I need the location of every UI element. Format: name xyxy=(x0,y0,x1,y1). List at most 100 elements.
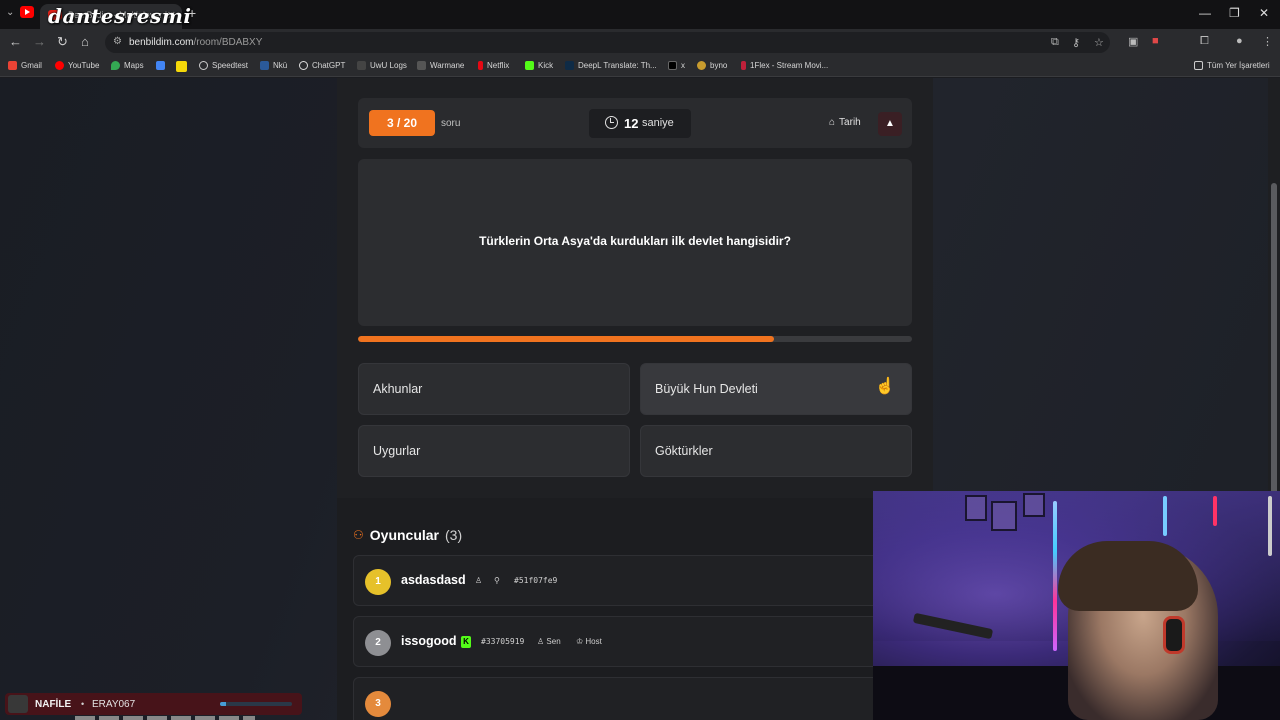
bookmark-chatgpt[interactable]: ChatGPT xyxy=(299,61,345,70)
address-bar[interactable]: ⚙ benbildim.com/room/BDABXY ⧉ ⚷ ☆ xyxy=(105,32,1110,53)
restore-icon[interactable]: ❐ xyxy=(1229,6,1240,20)
widget-separator: • xyxy=(81,699,85,709)
extension-icon[interactable]: ■ xyxy=(1152,35,1159,47)
player-rank: 2 xyxy=(365,630,391,656)
youtube-icon xyxy=(55,61,64,70)
answer-option-1[interactable]: Akhunlar xyxy=(358,363,630,415)
url-text: benbildim.com/room/BDABXY xyxy=(129,37,263,48)
webcam-overlay xyxy=(873,491,1280,720)
answer-option-4[interactable]: Göktürkler xyxy=(640,425,912,477)
host-badge: ♔ Host xyxy=(576,637,602,646)
new-tab-icon[interactable]: + xyxy=(188,5,196,21)
player-row: 3 xyxy=(353,677,913,720)
widget-name: NAFİLE xyxy=(35,699,72,710)
s-app-icon xyxy=(176,61,187,72)
player-row: 2 issogood K #33705919 ♙ Sen ♔ Host xyxy=(353,616,913,667)
kick-icon xyxy=(525,61,534,70)
headset xyxy=(1163,616,1185,654)
byno-icon xyxy=(697,61,706,70)
answer-option-2[interactable]: Büyük Hun Devleti xyxy=(640,363,912,415)
google-translate-icon xyxy=(156,61,165,70)
menu-kebab-icon[interactable]: ⋮ xyxy=(1262,35,1273,48)
bookmark-uwu-logs[interactable]: UwU Logs xyxy=(357,61,407,70)
translate-extension-icon[interactable]: ▣ xyxy=(1128,35,1138,48)
forward-icon[interactable]: → xyxy=(33,34,46,49)
stream-watermark: dantesresmi xyxy=(48,4,192,28)
bookmark-kick[interactable]: Kick xyxy=(525,61,553,70)
x-icon xyxy=(668,61,677,70)
tag-icon: ⌂ xyxy=(829,117,836,128)
add-friend-icon[interactable]: ⚲ xyxy=(494,576,500,585)
browser-toolbar: ← → ↻ ⌂ ⚙ benbildim.com/room/BDABXY ⧉ ⚷ … xyxy=(0,29,1280,56)
kick-badge-icon: K xyxy=(461,636,471,648)
profile-avatar-icon[interactable]: ● xyxy=(1236,35,1243,47)
timer-unit: saniye xyxy=(642,117,674,129)
bookmark-nku[interactable]: Nkü xyxy=(260,61,287,70)
gmail-icon xyxy=(8,61,17,70)
chatgpt-icon xyxy=(299,61,308,70)
site-info-icon[interactable]: ⚙ xyxy=(113,36,122,47)
bookmark-x[interactable]: x xyxy=(668,61,685,70)
warning-icon: ▲ xyxy=(885,118,895,129)
install-app-icon[interactable]: ⧉ xyxy=(1051,36,1059,49)
question-text: Türklerin Orta Asya'da kurdukları ilk de… xyxy=(479,234,791,248)
tab-search-icon[interactable]: ⌄ xyxy=(6,7,14,18)
question-counter-badge: 3 / 20 xyxy=(369,110,435,136)
answer-option-3[interactable]: Uygurlar xyxy=(358,425,630,477)
password-key-icon[interactable]: ⚷ xyxy=(1072,36,1080,49)
1flex-icon xyxy=(741,61,746,70)
bookmark-gmail[interactable]: Gmail xyxy=(8,61,42,70)
players-count: (3) xyxy=(445,527,463,543)
stream-alert-widget: NAFİLE • ERAY067 xyxy=(5,693,302,715)
player-row: 1 asdasdasd ♙ ⚲ #51f07fe9 xyxy=(353,555,913,606)
bookmark-1flex[interactable]: 1Flex - Stream Movi... xyxy=(741,61,828,70)
all-bookmarks-folder[interactable]: Tüm Yer İşaretleri xyxy=(1194,61,1270,70)
player-name: issogood xyxy=(401,634,457,648)
widget-user: ERAY067 xyxy=(92,699,136,710)
players-header: ⚇ Oyuncular (3) xyxy=(353,527,462,543)
clock-icon xyxy=(605,116,618,129)
time-progress-bar xyxy=(358,336,912,342)
bookmark-deepl[interactable]: DeepL Translate: Th... xyxy=(565,61,657,70)
browser-titlebar: ⌄ Ben Bildim - Multiplayer bilgi Oyunu ✕… xyxy=(0,0,1280,29)
bookmarks-bar: Gmail YouTube Maps Speedtest Nkü ChatGPT… xyxy=(0,56,1280,77)
player-rank: 1 xyxy=(365,569,391,595)
bookmark-netflix[interactable]: Netflix xyxy=(478,61,509,70)
screen: ⌄ Ben Bildim - Multiplayer bilgi Oyunu ✕… xyxy=(0,0,1280,720)
close-window-icon[interactable]: ✕ xyxy=(1259,6,1269,20)
category-label: Tarih xyxy=(839,117,861,128)
deepl-icon xyxy=(565,61,574,70)
uwu-logs-icon xyxy=(357,61,366,70)
taskbar-strip xyxy=(75,716,255,720)
youtube-logo-icon xyxy=(20,6,34,18)
timer-value: 12 xyxy=(624,116,639,131)
widget-progress-bar xyxy=(220,702,292,706)
category-tag: ⌂ Tarih xyxy=(829,117,861,128)
bookmark-byno[interactable]: byno xyxy=(697,61,727,70)
speedtest-icon xyxy=(199,61,208,70)
bookmark-maps[interactable]: Maps xyxy=(111,61,144,70)
warmane-icon xyxy=(417,61,426,70)
bookmark-s[interactable] xyxy=(176,61,187,72)
home-icon[interactable]: ⌂ xyxy=(81,34,89,49)
minimize-icon[interactable]: — xyxy=(1199,6,1211,20)
you-badge: ♙ Sen xyxy=(537,637,561,646)
bookmark-star-icon[interactable]: ☆ xyxy=(1094,36,1104,49)
user-icon: ♙ xyxy=(475,576,483,585)
bookmark-warmane[interactable]: Warmane xyxy=(417,61,464,70)
bookmark-youtube[interactable]: YouTube xyxy=(55,61,99,70)
back-icon[interactable]: ← xyxy=(9,34,22,49)
extensions-puzzle-icon[interactable]: ⧠ xyxy=(1200,35,1209,48)
nku-icon xyxy=(260,61,269,70)
netflix-icon xyxy=(478,61,483,70)
bookmark-translate[interactable] xyxy=(156,61,165,70)
question-word: soru xyxy=(441,118,461,129)
report-button[interactable]: ▲ xyxy=(878,112,902,136)
bookmark-speedtest[interactable]: Speedtest xyxy=(199,61,248,70)
player-id: #51f07fe9 xyxy=(514,576,558,585)
mouse-pointer-icon: ☝ xyxy=(875,378,895,395)
players-title: Oyuncular xyxy=(369,527,440,543)
player-id: #33705919 xyxy=(481,637,525,646)
folder-icon xyxy=(1194,61,1203,70)
reload-icon[interactable]: ↻ xyxy=(57,34,68,50)
